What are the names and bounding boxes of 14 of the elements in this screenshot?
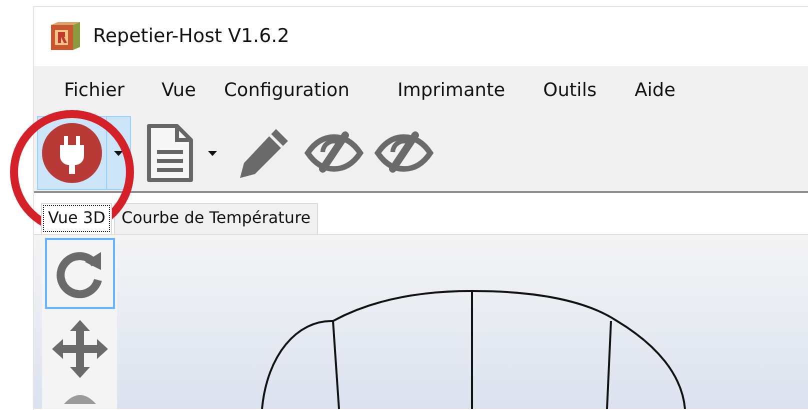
plug-icon	[41, 122, 103, 184]
window-title: Repetier-Host V1.6.2	[93, 24, 290, 50]
view-tool-button[interactable]	[44, 238, 114, 309]
move-icon	[50, 318, 110, 380]
app-logo-icon	[50, 21, 81, 52]
menu-item[interactable]: Vue	[161, 76, 196, 104]
menu-item[interactable]: Outils	[543, 76, 597, 104]
tab[interactable]: Vue 3D	[41, 203, 112, 234]
document-icon	[145, 122, 195, 184]
menu-item[interactable]: Fichier	[64, 76, 124, 104]
tab[interactable]: Courbe de Température	[114, 203, 318, 234]
menu-item[interactable]: Imprimante	[397, 76, 506, 104]
menu-item[interactable]: Aide	[634, 76, 676, 104]
menu-item[interactable]: Configuration	[224, 76, 350, 104]
